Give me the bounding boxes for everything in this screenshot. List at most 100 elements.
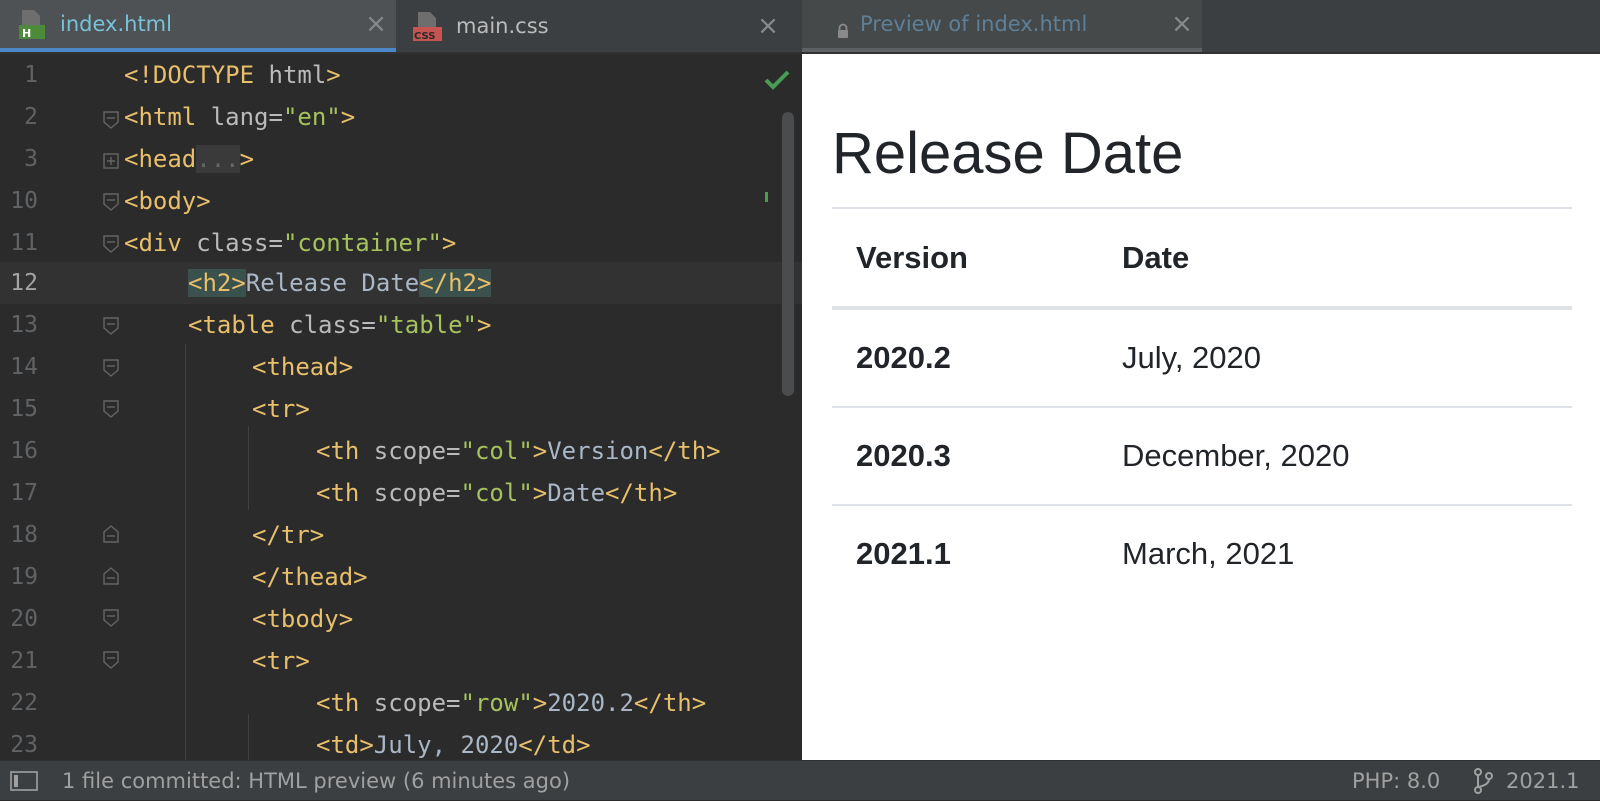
column-header-version: Version bbox=[856, 240, 968, 275]
code-text: <head...> bbox=[124, 145, 255, 173]
editor-tab-strip: H index.html × CSS main.css × Preview of… bbox=[0, 0, 1600, 54]
tab-label: main.css bbox=[456, 14, 549, 38]
code-line: 16 <th scope="col">Version</th> bbox=[0, 430, 802, 472]
change-stripe-marker bbox=[765, 192, 768, 202]
line-number: 23 bbox=[10, 732, 38, 758]
code-text: <th scope="row">2020.2</th> bbox=[316, 689, 707, 717]
html-preview-pane: Release Date Version Date 2020.2 July, 2… bbox=[802, 54, 1600, 760]
code-line: 13 <table class="table"> bbox=[0, 304, 802, 346]
tab-label: Preview of index.html bbox=[860, 12, 1088, 36]
tab-preview-index-html[interactable]: Preview of index.html × bbox=[802, 0, 1202, 52]
code-line: 18 </tr> bbox=[0, 514, 802, 556]
code-line: 14 <thead> bbox=[0, 346, 802, 388]
code-line: 19 </thead> bbox=[0, 556, 802, 598]
line-number: 18 bbox=[10, 522, 38, 548]
line-number: 3 bbox=[24, 146, 38, 172]
vcs-branch-icon[interactable] bbox=[1472, 768, 1494, 794]
heading-divider bbox=[832, 207, 1572, 209]
code-line: 21 <tr> bbox=[0, 640, 802, 682]
line-number: 10 bbox=[10, 188, 38, 214]
fold-collapsed-icon[interactable] bbox=[103, 152, 119, 170]
code-line: 10 <body> bbox=[0, 180, 802, 222]
fold-end-icon[interactable] bbox=[103, 525, 119, 543]
line-number: 17 bbox=[10, 480, 38, 506]
tab-label: index.html bbox=[60, 12, 172, 36]
line-number: 2 bbox=[24, 104, 38, 130]
line-number: 13 bbox=[10, 312, 38, 338]
close-icon[interactable]: × bbox=[748, 11, 788, 41]
table-cell-version: 2020.3 bbox=[856, 438, 951, 473]
line-number: 19 bbox=[10, 564, 38, 590]
table-cell-version: 2020.2 bbox=[856, 340, 951, 375]
svg-text:CSS: CSS bbox=[414, 31, 435, 42]
vcs-branch-label[interactable]: 2021.1 bbox=[1506, 761, 1579, 801]
fold-open-icon[interactable] bbox=[103, 111, 119, 129]
code-text: <div class="container"> bbox=[124, 229, 457, 257]
line-number: 16 bbox=[10, 438, 38, 464]
code-line: 20 <tbody> bbox=[0, 598, 802, 640]
fold-open-icon[interactable] bbox=[103, 235, 119, 253]
code-line: 2 <html lang="en"> bbox=[0, 96, 802, 138]
column-header-date: Date bbox=[1122, 240, 1190, 275]
fold-open-icon[interactable] bbox=[103, 359, 119, 377]
table-cell-date: December, 2020 bbox=[1122, 438, 1350, 473]
line-number: 12 bbox=[10, 270, 38, 296]
fold-open-icon[interactable] bbox=[103, 609, 119, 627]
code-line: 3 <head...> bbox=[0, 138, 802, 180]
code-line: 11 <div class="container"> bbox=[0, 222, 802, 264]
code-text: <tbody> bbox=[252, 605, 354, 633]
line-number: 15 bbox=[10, 396, 38, 422]
folded-region[interactable]: ... bbox=[196, 145, 240, 173]
code-line: 17 <th scope="col">Date</th> bbox=[0, 472, 802, 514]
table-cell-date: March, 2021 bbox=[1122, 536, 1295, 571]
fold-open-icon[interactable] bbox=[103, 193, 119, 211]
code-text: </thead> bbox=[252, 563, 368, 591]
code-text: <th scope="col">Date</th> bbox=[316, 479, 678, 507]
close-icon[interactable]: × bbox=[356, 9, 396, 39]
tab-main-css[interactable]: CSS main.css × bbox=[396, 0, 788, 52]
html-file-icon: H bbox=[16, 8, 46, 40]
fold-open-icon[interactable] bbox=[103, 651, 119, 669]
table-cell-date: July, 2020 bbox=[1122, 340, 1262, 375]
preview-heading: Release Date bbox=[832, 121, 1184, 186]
line-number: 21 bbox=[10, 648, 38, 674]
fold-end-icon[interactable] bbox=[103, 567, 119, 585]
code-text: <td>July, 2020</td> bbox=[316, 731, 591, 759]
code-text: </tr> bbox=[252, 521, 325, 549]
tab-index-html[interactable]: H index.html × bbox=[0, 0, 396, 52]
code-text: <html lang="en"> bbox=[124, 103, 356, 131]
editor-scrollbar[interactable] bbox=[782, 112, 794, 396]
lock-icon bbox=[836, 20, 850, 38]
line-number: 1 bbox=[24, 62, 38, 88]
code-text: <tr> bbox=[252, 647, 310, 675]
code-text: <h2>Release Date</h2> bbox=[188, 269, 492, 297]
line-number: 14 bbox=[10, 354, 38, 380]
code-text: <thead> bbox=[252, 353, 354, 381]
code-line-current: 12 <h2>Release Date</h2> bbox=[0, 262, 802, 304]
no-problems-check-icon[interactable] bbox=[763, 66, 791, 94]
close-icon[interactable]: × bbox=[1162, 9, 1202, 39]
table-row-rule bbox=[832, 504, 1572, 506]
status-message[interactable]: 1 file committed: HTML preview (6 minute… bbox=[62, 761, 570, 801]
code-text: <table class="table"> bbox=[188, 311, 492, 339]
css-file-icon: CSS bbox=[412, 10, 442, 42]
code-text: <body> bbox=[124, 187, 211, 215]
code-editor[interactable]: 1 <!DOCTYPE html> 2 <html lang="en"> 3 <… bbox=[0, 54, 802, 760]
tool-window-toggle-icon[interactable] bbox=[10, 771, 38, 791]
table-cell-version: 2021.1 bbox=[856, 536, 951, 571]
line-number: 20 bbox=[10, 606, 38, 632]
php-version-indicator[interactable]: PHP: 8.0 bbox=[1352, 761, 1440, 801]
code-text: <th scope="col">Version</th> bbox=[316, 437, 721, 465]
table-row-rule bbox=[832, 406, 1572, 408]
line-number: 11 bbox=[10, 230, 38, 256]
fold-open-icon[interactable] bbox=[103, 400, 119, 418]
code-text: <tr> bbox=[252, 395, 310, 423]
code-line: 23 <td>July, 2020</td> bbox=[0, 724, 802, 760]
code-line: 1 <!DOCTYPE html> bbox=[0, 54, 802, 96]
code-line: 15 <tr> bbox=[0, 388, 802, 430]
fold-open-icon[interactable] bbox=[103, 317, 119, 335]
code-text: <!DOCTYPE html> bbox=[124, 61, 341, 89]
svg-text:H: H bbox=[22, 27, 31, 40]
table-header-rule bbox=[832, 306, 1572, 310]
code-line: 22 <th scope="row">2020.2</th> bbox=[0, 682, 802, 724]
